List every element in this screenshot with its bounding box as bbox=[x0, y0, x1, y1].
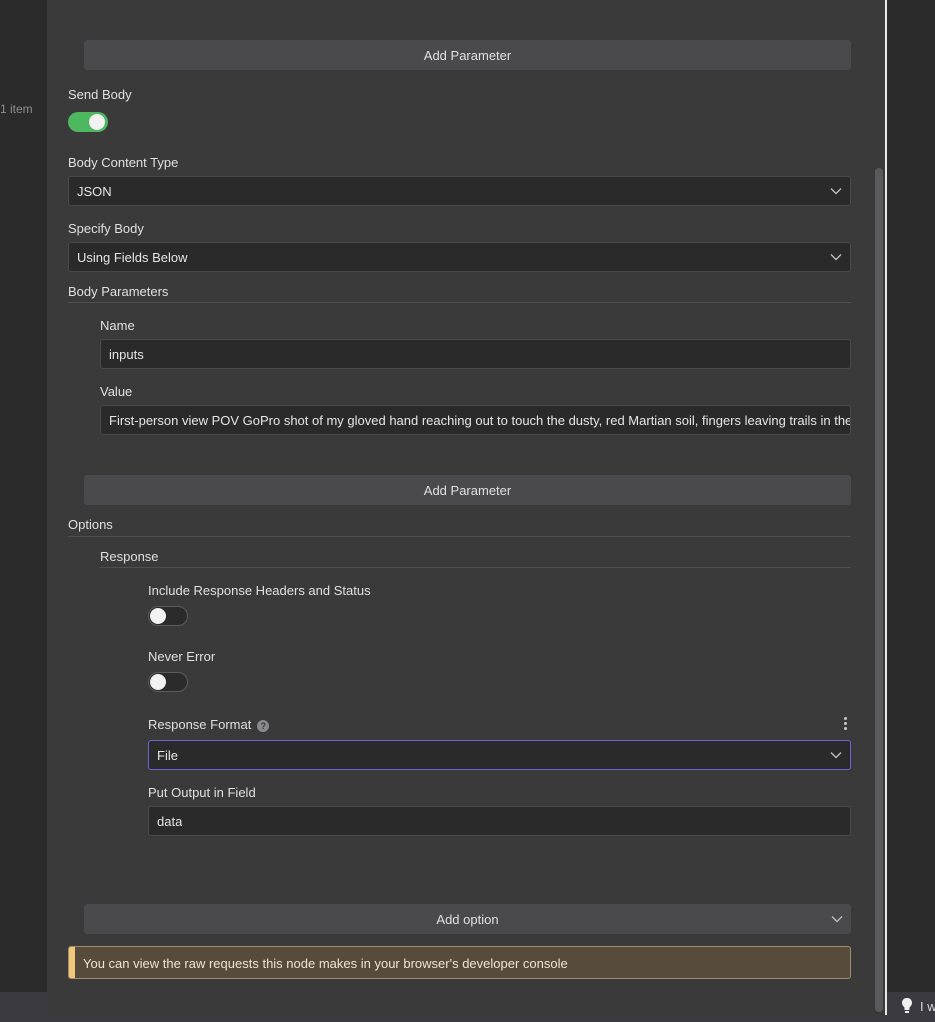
add-option-label: Add option bbox=[436, 911, 499, 927]
specify-body-value: Using Fields Below bbox=[77, 249, 188, 265]
send-body-toggle[interactable] bbox=[68, 112, 108, 132]
put-output-label: Put Output in Field bbox=[148, 785, 256, 800]
include-headers-toggle[interactable] bbox=[148, 606, 188, 626]
notice-text: You can view the raw requests this node … bbox=[83, 956, 568, 971]
body-content-type-value: JSON bbox=[77, 183, 112, 199]
param-name-input[interactable]: inputs bbox=[100, 339, 851, 369]
help-icon[interactable]: ? bbox=[257, 719, 270, 732]
response-title: Response bbox=[100, 549, 159, 564]
panel-edge bbox=[885, 0, 887, 1015]
options-title: Options bbox=[68, 517, 113, 532]
param-value-label: Value bbox=[100, 384, 133, 399]
body-content-type-select[interactable]: JSON bbox=[68, 176, 851, 206]
put-output-input[interactable]: data bbox=[148, 806, 851, 836]
add-parameter-button[interactable]: Add Parameter bbox=[84, 475, 851, 505]
section-divider bbox=[68, 536, 851, 537]
response-format-label: Response Format? bbox=[148, 717, 270, 732]
chevron-down-icon bbox=[830, 188, 842, 195]
put-output-value: data bbox=[157, 813, 183, 829]
param-name-label: Name bbox=[100, 318, 135, 333]
response-format-label-text: Response Format bbox=[148, 717, 252, 732]
lightbulb-icon bbox=[902, 998, 912, 1013]
notice-accent-bar bbox=[69, 947, 75, 978]
response-format-select[interactable]: File bbox=[148, 740, 851, 770]
send-body-label: Send Body bbox=[68, 87, 132, 102]
param-value-input[interactable]: First-person view POV GoPro shot of my g… bbox=[100, 405, 851, 435]
add-option-button[interactable]: Add option bbox=[84, 904, 851, 934]
specify-body-select[interactable]: Using Fields Below bbox=[68, 242, 851, 272]
canvas-right bbox=[887, 0, 935, 1022]
specify-body-label: Specify Body bbox=[68, 221, 144, 236]
body-parameters-title: Body Parameters bbox=[68, 284, 169, 299]
param-name-value: inputs bbox=[109, 346, 144, 362]
developer-console-notice: You can view the raw requests this node … bbox=[68, 946, 851, 979]
chevron-down-icon bbox=[831, 916, 843, 923]
add-parameter-button-top[interactable]: Add Parameter bbox=[84, 40, 851, 70]
response-format-value: File bbox=[157, 747, 178, 763]
panel-scrollbar[interactable] bbox=[875, 168, 883, 1012]
never-error-label: Never Error bbox=[148, 649, 216, 664]
more-options-icon[interactable] bbox=[843, 717, 847, 731]
item-count-label: 1 item bbox=[0, 102, 33, 116]
include-headers-label: Include Response Headers and Status bbox=[148, 583, 371, 598]
body-content-type-label: Body Content Type bbox=[68, 155, 179, 170]
section-divider bbox=[68, 302, 851, 303]
node-parameters-panel bbox=[47, 0, 887, 1015]
section-divider bbox=[100, 567, 851, 568]
param-value-text: First-person view POV GoPro shot of my g… bbox=[109, 412, 850, 428]
chevron-down-icon bbox=[830, 254, 842, 261]
chevron-down-icon bbox=[830, 752, 842, 759]
never-error-toggle[interactable] bbox=[148, 672, 188, 692]
bottom-tip-text: I w bbox=[920, 999, 935, 1014]
canvas-left: 1 item bbox=[0, 0, 47, 1022]
